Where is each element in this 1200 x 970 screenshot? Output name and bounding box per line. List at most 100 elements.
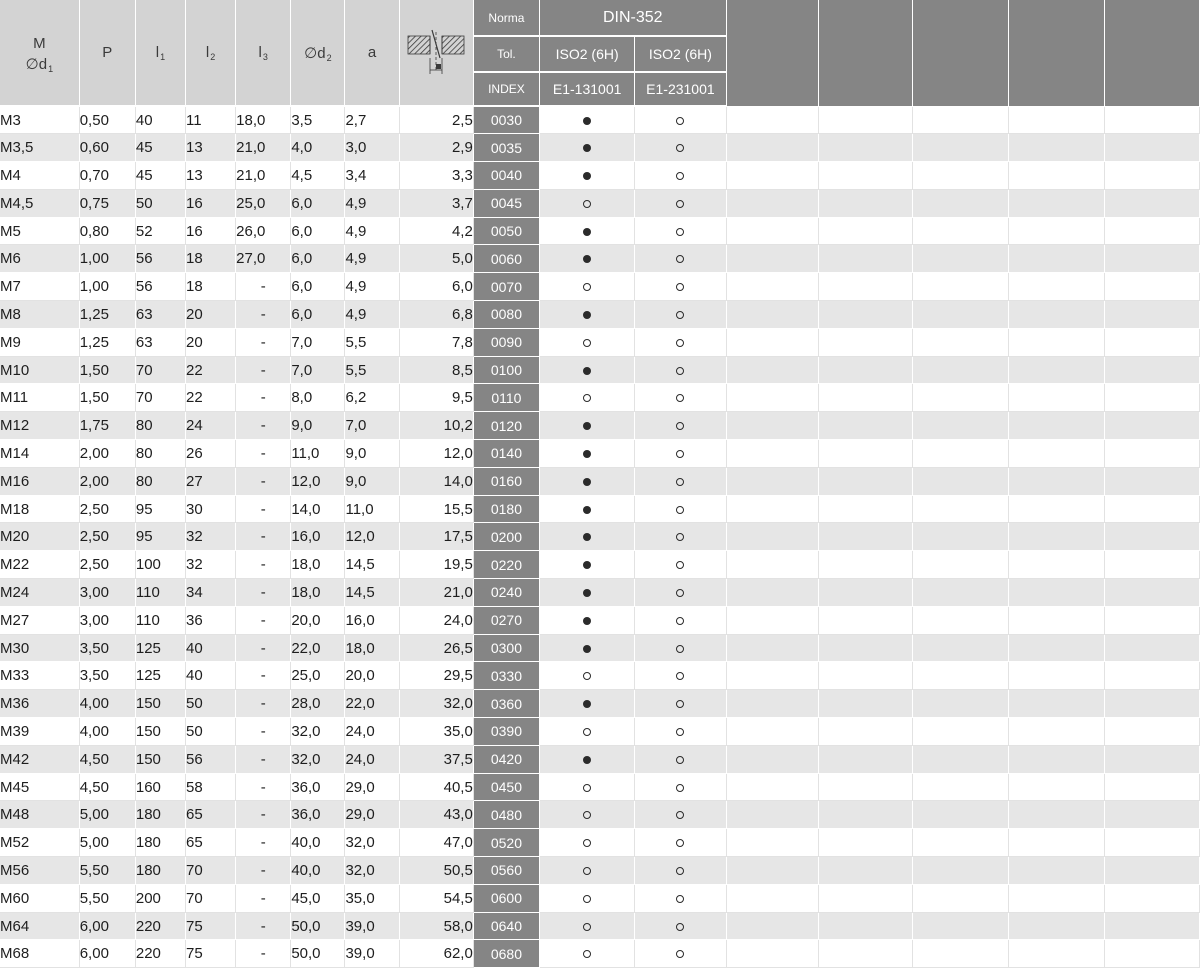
thread-size-cell: M52 xyxy=(0,828,80,858)
a-cell: 20,0 xyxy=(344,661,400,691)
filled-dot-icon xyxy=(583,755,592,764)
availability-cell-1 xyxy=(539,606,636,635)
l3-cell: 21,0 xyxy=(235,161,292,190)
l1-cell: 80 xyxy=(135,439,187,468)
l2-cell: 27 xyxy=(185,467,237,496)
filled-dot-icon xyxy=(583,588,592,597)
empty-cell xyxy=(1008,578,1105,607)
d2-cell: 6,0 xyxy=(290,300,346,329)
availability-cell-1 xyxy=(539,495,636,524)
l1-cell: 63 xyxy=(135,300,187,329)
empty-cell xyxy=(818,912,914,941)
pitch-cell: 0,60 xyxy=(79,133,136,163)
thread-size-cell: M36 xyxy=(0,689,80,719)
open-dot-icon xyxy=(583,199,592,208)
filled-dot-icon xyxy=(583,255,592,264)
drill-size-cell: 21,0 xyxy=(399,578,474,607)
availability-cell-2 xyxy=(634,106,727,135)
open-dot-icon xyxy=(676,533,685,542)
l3-cell: - xyxy=(235,634,292,663)
pitch-cell: 2,50 xyxy=(79,522,136,552)
drill-size-cell: 8,5 xyxy=(399,356,474,385)
pitch-cell: 2,50 xyxy=(79,495,136,524)
d2-cell: 32,0 xyxy=(290,745,346,774)
open-dot-icon xyxy=(583,922,592,931)
index-cell: 0070 xyxy=(473,272,541,302)
availability-cell-2 xyxy=(634,884,727,913)
empty-cell xyxy=(818,550,914,580)
availability-cell-1 xyxy=(539,356,636,385)
thread-size-cell: M4 xyxy=(0,161,80,190)
thread-size-cell: M42 xyxy=(0,745,80,774)
table-row: M11 1,50 70 22-8,0 6,2 9,5 0110 xyxy=(0,383,1200,413)
availability-cell-1 xyxy=(539,800,636,830)
l3-cell: 25,0 xyxy=(235,189,292,218)
empty-cell xyxy=(1104,689,1200,719)
pitch-cell: 1,25 xyxy=(79,328,136,357)
empty-cell xyxy=(818,272,914,302)
drill-size-cell: 3,3 xyxy=(399,161,474,190)
l3-cell: 27,0 xyxy=(235,244,292,274)
open-dot-icon xyxy=(676,422,685,431)
empty-cell xyxy=(818,495,914,524)
d2-cell: 3,5 xyxy=(290,106,346,135)
d2-cell: 4,5 xyxy=(290,161,346,190)
drill-size-cell: 40,5 xyxy=(399,773,474,802)
pitch-cell: 5,50 xyxy=(79,884,136,913)
l1-cell: 40 xyxy=(135,106,187,135)
empty-cell xyxy=(912,383,1010,413)
table-row: M4,5 0,75 50 16 25,0 6,0 4,9 3,7 0045 xyxy=(0,189,1200,218)
availability-cell-2 xyxy=(634,800,727,830)
open-dot-icon xyxy=(676,394,685,403)
filled-dot-icon xyxy=(583,116,592,125)
d2-cell: 36,0 xyxy=(290,800,346,830)
empty-cell xyxy=(1008,606,1105,635)
pitch-cell: 1,00 xyxy=(79,244,136,274)
table-row: M3,5 0,60 45 13 21,0 4,0 3,0 2,9 0035 xyxy=(0,133,1200,163)
table-row: M4 0,70 45 13 21,0 4,5 3,4 3,3 0040 xyxy=(0,161,1200,190)
empty-cell xyxy=(1008,383,1105,413)
l3-cell: - xyxy=(235,939,292,969)
header-l3: l3 xyxy=(235,0,292,107)
empty-cell xyxy=(912,745,1010,774)
empty-cell xyxy=(726,356,819,385)
table-row: M52 5,00 180 65-40,0 32,0 47,0 0520 xyxy=(0,828,1200,858)
thread-size-cell: M16 xyxy=(0,467,80,496)
open-dot-icon xyxy=(676,255,685,264)
l3-cell: - xyxy=(235,383,292,413)
index-cell: 0520 xyxy=(473,828,541,858)
empty-cell xyxy=(1008,411,1105,441)
empty-cell xyxy=(1008,661,1105,691)
empty-cell xyxy=(726,606,819,635)
empty-cell xyxy=(726,411,819,441)
l1-cell: 180 xyxy=(135,828,187,858)
index-cell: 0390 xyxy=(473,717,541,746)
pitch-cell: 4,50 xyxy=(79,773,136,802)
empty-cell xyxy=(912,161,1010,190)
availability-cell-1 xyxy=(539,939,636,969)
l1-cell: 125 xyxy=(135,634,187,663)
pitch-cell: 1,00 xyxy=(79,272,136,302)
drill-size-cell: 62,0 xyxy=(399,939,474,969)
table-row: M24 3,00 110 34-18,0 14,5 21,0 0240 xyxy=(0,578,1200,607)
pitch-cell: 5,50 xyxy=(79,856,136,885)
drill-size-cell: 15,5 xyxy=(399,495,474,524)
empty-cell xyxy=(818,383,914,413)
empty-cell xyxy=(818,939,914,969)
thread-size-cell: M3,5 xyxy=(0,133,80,163)
empty-cell xyxy=(818,467,914,496)
availability-cell-2 xyxy=(634,272,727,302)
empty-cell xyxy=(818,773,914,802)
empty-cell xyxy=(818,828,914,858)
availability-cell-1 xyxy=(539,161,636,190)
tolerance-label: Tol. xyxy=(473,36,541,73)
availability-cell-1 xyxy=(539,661,636,691)
l1-cell: 150 xyxy=(135,689,187,719)
open-dot-icon xyxy=(676,839,685,848)
availability-cell-1 xyxy=(539,300,636,329)
d2-cell: 4,0 xyxy=(290,133,346,163)
a-cell: 24,0 xyxy=(344,717,400,746)
header-pitch: P xyxy=(79,0,136,107)
norma-label: Norma xyxy=(473,0,541,37)
empty-cell xyxy=(1008,495,1105,524)
